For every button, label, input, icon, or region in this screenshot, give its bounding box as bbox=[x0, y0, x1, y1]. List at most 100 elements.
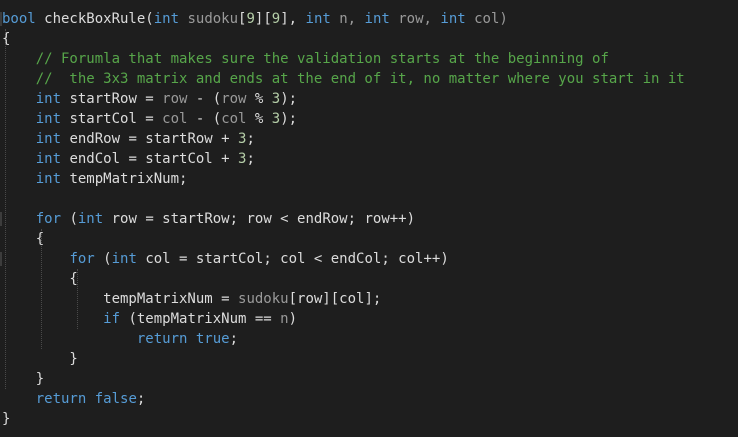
code-token-param: row, bbox=[389, 11, 441, 27]
code-token-kw: false bbox=[94, 391, 137, 407]
code-token-kw: return bbox=[136, 331, 188, 347]
code-token-plain: ], bbox=[280, 11, 306, 27]
code-editor[interactable]: bool checkBoxRule(int sudoku[9][9], int … bbox=[0, 0, 738, 437]
code-token-param: col) bbox=[465, 11, 508, 27]
code-token-plain: ; bbox=[246, 131, 255, 147]
code-token-kw: int bbox=[77, 211, 104, 227]
code-token-kw: if bbox=[103, 311, 121, 327]
code-line[interactable]: int endCol = startCol + 3; bbox=[2, 149, 255, 169]
code-line[interactable]: return true; bbox=[2, 329, 238, 349]
code-line[interactable]: int startCol = col - (col % 3); bbox=[2, 109, 297, 129]
code-token-param: row bbox=[221, 91, 247, 107]
code-token-plain: col = startCol; col < endCol; col++) bbox=[136, 251, 449, 267]
code-token-param: sudoku bbox=[179, 11, 239, 27]
code-line[interactable]: int tempMatrixNum; bbox=[2, 169, 188, 189]
code-line[interactable]: int endRow = startRow + 3; bbox=[2, 129, 255, 149]
code-token-plain: { bbox=[2, 31, 11, 47]
code-token-plain: row = startRow; row < endRow; row++) bbox=[103, 211, 416, 227]
code-token-param: row bbox=[162, 91, 188, 107]
code-token-plain: ); bbox=[280, 91, 298, 107]
code-token-kw: int bbox=[305, 11, 331, 27]
code-line[interactable]: for (int col = startCol; col < endCol; c… bbox=[2, 249, 449, 269]
code-token-plain: tempMatrixNum = bbox=[2, 291, 239, 307]
code-line[interactable]: // Forumla that makes sure the validatio… bbox=[2, 49, 609, 69]
code-token-plain: % bbox=[246, 111, 272, 127]
code-token-num: 3 bbox=[271, 91, 281, 107]
code-token-plain: startRow = bbox=[61, 91, 163, 107]
code-token-plain: } bbox=[2, 371, 45, 387]
code-token-kw: int bbox=[35, 111, 62, 127]
code-token-plain: } bbox=[2, 411, 11, 427]
code-token-kw: int bbox=[364, 11, 390, 27]
code-line[interactable]: for (int row = startRow; row < endRow; r… bbox=[2, 209, 415, 229]
code-token-plain: { bbox=[2, 231, 45, 247]
code-token-kw: int bbox=[35, 171, 62, 187]
code-token-kw: bool bbox=[2, 11, 36, 27]
code-line[interactable]: { bbox=[2, 229, 44, 249]
code-token-param: col bbox=[162, 111, 188, 127]
code-token-plain: ) bbox=[288, 311, 298, 327]
code-token-plain: { bbox=[2, 271, 78, 287]
code-token-plain: [row][col]; bbox=[288, 291, 382, 307]
code-line[interactable]: if (tempMatrixNum == n) bbox=[2, 309, 297, 329]
code-token-plain: checkBoxRule( bbox=[35, 11, 154, 27]
code-token-comment: // Forumla that makes sure the validatio… bbox=[2, 51, 609, 67]
code-token-plain: } bbox=[2, 351, 78, 367]
code-line[interactable]: bool checkBoxRule(int sudoku[9][9], int … bbox=[2, 9, 508, 29]
code-token-plain: - ( bbox=[187, 91, 222, 107]
code-line[interactable]: } bbox=[2, 369, 44, 389]
code-token-num: 9 bbox=[246, 11, 255, 27]
code-line[interactable]: // the 3x3 matrix and ends at the end of… bbox=[2, 69, 685, 89]
code-token-param: n bbox=[280, 311, 289, 327]
code-line[interactable]: return false; bbox=[2, 389, 146, 409]
code-token-param: col bbox=[221, 111, 247, 127]
code-line[interactable]: } bbox=[2, 409, 10, 429]
code-token-plain: endCol = startCol + bbox=[61, 151, 239, 167]
code-line[interactable]: int startRow = row - (row % 3); bbox=[2, 89, 297, 109]
code-token-plain: endRow = startRow + bbox=[61, 131, 239, 147]
code-token-plain: % bbox=[246, 91, 272, 107]
code-token-plain: ( bbox=[94, 251, 112, 267]
code-token-param: n, bbox=[330, 11, 365, 27]
code-token-plain: ; bbox=[136, 391, 146, 407]
code-token-plain: ( bbox=[61, 211, 78, 227]
code-token-param: sudoku bbox=[238, 291, 289, 307]
code-line[interactable]: } bbox=[2, 349, 78, 369]
code-token-kw: int bbox=[153, 11, 180, 27]
code-token-num: 3 bbox=[271, 111, 281, 127]
code-token-kw: int bbox=[35, 131, 62, 147]
code-token-kw: true bbox=[195, 331, 230, 347]
code-line[interactable]: tempMatrixNum = sudoku[row][col]; bbox=[2, 289, 381, 309]
code-token-plain: ; bbox=[229, 331, 239, 347]
code-token-plain: ; bbox=[246, 151, 255, 167]
code-token-num: 9 bbox=[271, 11, 281, 27]
code-token-plain: (tempMatrixNum == bbox=[120, 311, 281, 327]
code-token-kw: int bbox=[35, 91, 62, 107]
code-token-plain: ][ bbox=[254, 11, 272, 27]
code-token-comment: // the 3x3 matrix and ends at the end of… bbox=[2, 71, 685, 87]
code-token-kw: int bbox=[35, 151, 62, 167]
code-line[interactable]: { bbox=[2, 29, 10, 49]
code-token-kw: for bbox=[35, 211, 62, 227]
code-token-kw: int bbox=[440, 11, 466, 27]
code-line[interactable]: { bbox=[2, 269, 78, 289]
code-token-plain: ); bbox=[280, 111, 298, 127]
code-token-kw: int bbox=[111, 251, 137, 267]
code-token-kw: for bbox=[69, 251, 95, 267]
code-token-kw: return bbox=[35, 391, 87, 407]
code-token-plain: - ( bbox=[187, 111, 222, 127]
code-token-plain: tempMatrixNum; bbox=[61, 171, 188, 187]
code-token-plain: startCol = bbox=[61, 111, 163, 127]
